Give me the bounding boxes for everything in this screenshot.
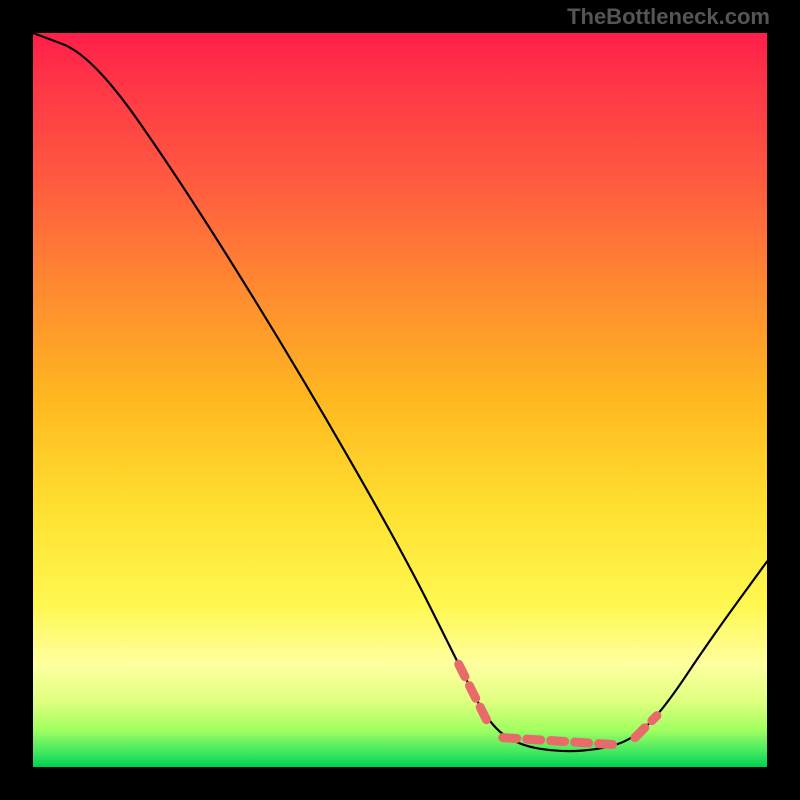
valley-highlight-segment [459,664,488,723]
valley-highlight-segment [503,738,620,745]
attribution-text: TheBottleneck.com [567,4,770,30]
valley-highlight-segment [635,716,657,738]
chart-plot-area [33,33,767,767]
valley-highlight-group [459,664,657,745]
bottleneck-curve-path [33,33,767,751]
bottleneck-curve-svg [33,33,767,767]
